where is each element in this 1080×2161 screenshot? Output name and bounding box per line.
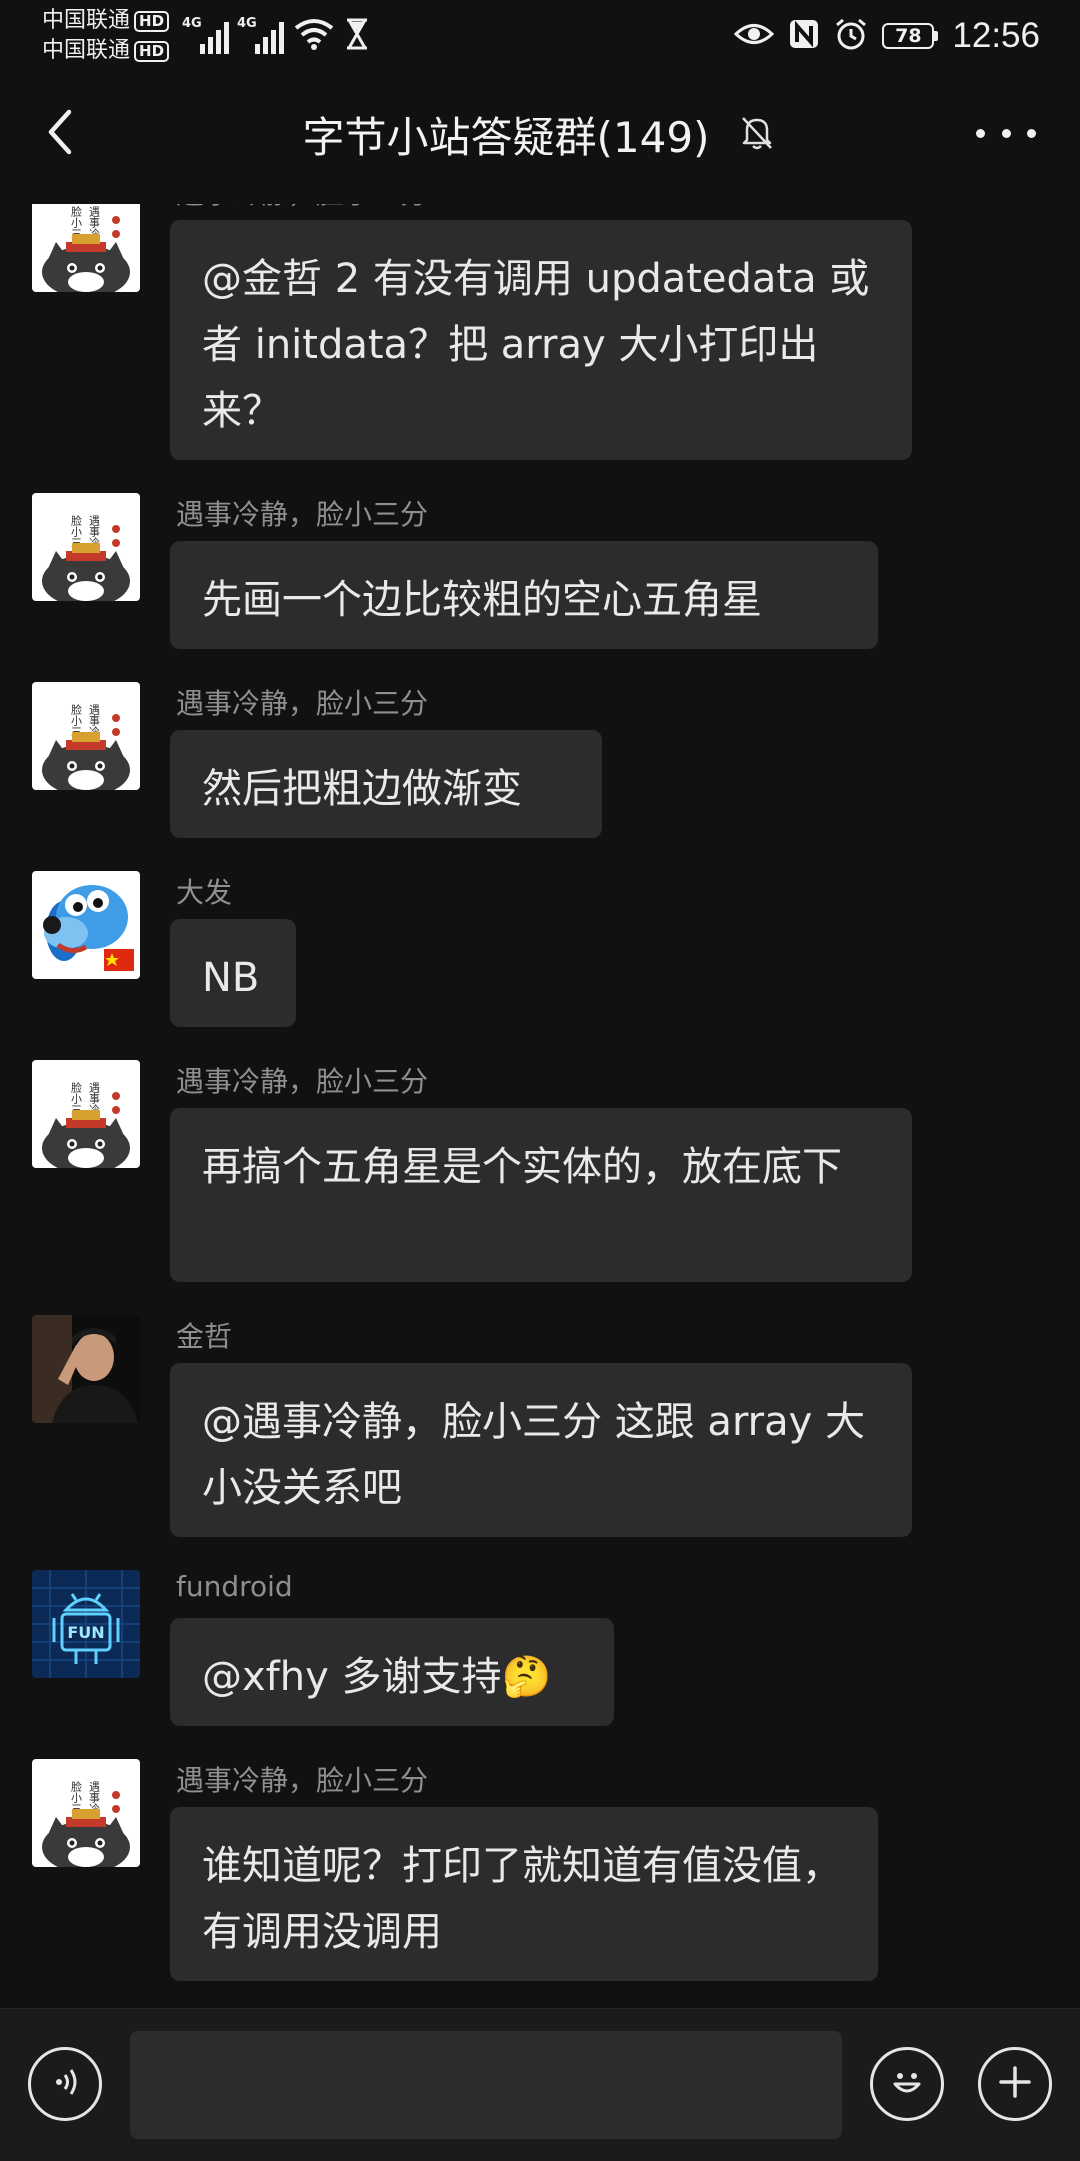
message-bubble[interactable]: @金哲 2 有没有调用 updatedata 或者 initdata？把 arr… [170,220,912,460]
avatar[interactable] [32,204,140,292]
eye-icon [734,19,775,53]
voice-button[interactable] [28,2047,102,2121]
hd-badge-1: HD [134,10,170,32]
message-bubble[interactable]: 然后把粗边做渐变 [170,730,602,838]
battery-level: 78 [882,23,935,49]
alarm-icon [834,17,868,55]
message-bubble[interactable]: 再搞个五角星是个实体的，放在底下 [170,1108,912,1282]
avatar[interactable] [32,1315,140,1423]
message-bubble[interactable]: NB [170,919,296,1027]
signal-1-icon: 4G [182,16,229,54]
hourglass-icon [344,18,370,54]
sender-name: 大发 [176,876,233,909]
emoji-icon [885,2060,929,2108]
sender-name: 金哲 [176,1320,233,1353]
plus-icon [995,2062,1035,2106]
avatar[interactable] [32,493,140,601]
sender-name: 遇事冷静，脸小三分 [176,498,429,531]
avatar[interactable] [32,871,140,979]
voice-icon [45,2062,85,2106]
status-right: 78 12:56 [734,10,1040,62]
more-icon [976,128,985,138]
sender-name: 遇事冷静，脸小三分 [176,687,429,720]
chat-header: 字节小站答疑群(149) [0,74,1080,204]
hd-badge-2: HD [134,40,170,62]
message-bubble[interactable]: 谁知道呢？打印了就知道有值没值，有调用没调用 [170,1807,878,1981]
title-wrap: 字节小站答疑群(149) [0,102,1080,166]
page-title: 字节小站答疑群(149) [302,112,710,162]
sender-name: 遇事冷静，脸小三分 [176,204,428,212]
more-button[interactable] [976,108,1036,158]
battery-icon: 78 [882,23,939,49]
sender-name: 遇事冷静，脸小三分 [176,1764,429,1797]
bell-muted-icon [737,112,777,156]
message-bubble[interactable]: 先画一个边比较粗的空心五角星 [170,541,878,649]
carrier-1: 中国联通 [42,8,131,33]
avatar[interactable] [32,1060,140,1168]
message-input[interactable] [130,2031,842,2139]
avatar[interactable] [32,682,140,790]
avatar[interactable] [32,1570,140,1678]
network-type-1: 4G [182,16,202,31]
sender-name: fundroid [176,1570,293,1603]
avatar[interactable] [32,1759,140,1867]
chat-messages[interactable]: 遇事冷静，脸小三分 @金哲 2 有没有调用 updatedata 或者 init… [0,204,1080,2008]
clock: 12:56 [952,16,1040,55]
message-bubble[interactable]: @遇事冷静，脸小三分 这跟 array 大小没关系吧 [170,1363,912,1537]
nfc-icon [788,18,820,54]
input-bar [0,2008,1080,2161]
emoji-button[interactable] [870,2047,944,2121]
signal-2-icon: 4G [237,16,284,54]
network-type-2: 4G [237,16,257,31]
carrier-2: 中国联通 [42,38,131,63]
signal-indicators: 4G 4G [182,14,370,54]
message-bubble[interactable]: @xfhy 多谢支持🤔 [170,1618,614,1726]
wifi-icon [294,18,334,54]
carrier-info: 中国联通 HD 中国联通 HD [42,6,170,66]
plus-button[interactable] [978,2047,1052,2121]
sender-name: 遇事冷静，脸小三分 [176,1065,429,1098]
status-bar: 中国联通 HD 中国联通 HD 4G 4G 78 12:56 [0,0,1080,74]
